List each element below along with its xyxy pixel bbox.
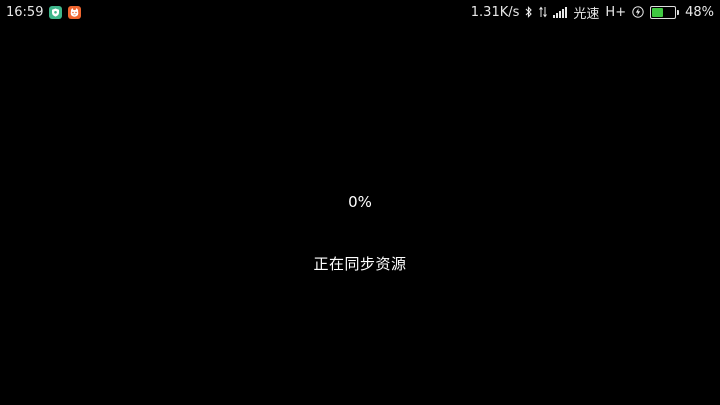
- charging-icon: [632, 6, 644, 18]
- signal-icon: [553, 6, 568, 18]
- status-bar: 16:59 1.31K/s 光速 H+ 48%: [0, 0, 720, 24]
- sync-status-message: 正在同步资源: [313, 255, 407, 273]
- cat-app-icon: [68, 5, 82, 19]
- network-type: H+: [605, 4, 627, 20]
- status-right: 1.31K/s 光速 H+ 48%: [471, 3, 720, 22]
- status-left: 16:59: [0, 4, 82, 20]
- sync-progress-percent: 0%: [348, 193, 372, 211]
- battery-percent: 48%: [685, 4, 714, 20]
- battery-tip: [677, 9, 680, 15]
- network-speed: 1.31K/s: [470, 4, 520, 20]
- shield-app-icon: [49, 5, 63, 19]
- battery-icon: [650, 5, 680, 19]
- battery-body: [650, 5, 677, 19]
- battery-fill: [652, 7, 663, 17]
- data-transfer-icon: [539, 6, 548, 18]
- carrier-name: 光速: [573, 6, 600, 22]
- status-time: 16:59: [6, 4, 44, 20]
- bluetooth-icon: [525, 6, 533, 18]
